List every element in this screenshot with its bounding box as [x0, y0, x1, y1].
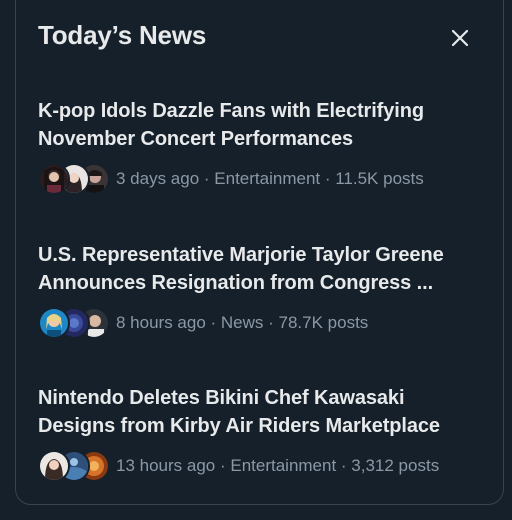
news-meta: 3 days ago · Entertainment · 11.5K posts	[116, 169, 424, 188]
headline-line: Nintendo Deletes Bikini Chef Kawasaki	[38, 387, 405, 409]
news-item[interactable]: U.S. Representative Marjorie Taylor Gree…	[38, 241, 488, 339]
news-meta-row: 8 hours ago · News · 78.7K posts	[38, 307, 488, 339]
avatar-stack	[38, 163, 110, 195]
headline-line: Designs from Kirby Air Riders Marketplac…	[38, 415, 440, 437]
news-item[interactable]: K-pop Idols Dazzle Fans with Electrifyin…	[38, 97, 488, 195]
news-headline: Nintendo Deletes Bikini Chef Kawasaki De…	[38, 384, 488, 440]
headline-line: November Concert Performances	[38, 128, 353, 150]
avatar	[38, 450, 70, 482]
headline-line: Announces Resignation from Congress ...	[38, 272, 434, 294]
news-meta-row: 13 hours ago · Entertainment · 3,312 pos…	[38, 450, 488, 482]
news-headline: K-pop Idols Dazzle Fans with Electrifyin…	[38, 97, 488, 153]
news-meta: 13 hours ago · Entertainment · 3,312 pos…	[116, 456, 440, 475]
headline-line: K-pop Idols Dazzle Fans with Electrifyin…	[38, 100, 424, 122]
news-headline: U.S. Representative Marjorie Taylor Gree…	[38, 241, 488, 297]
avatar-stack	[38, 307, 110, 339]
news-meta: 8 hours ago · News · 78.7K posts	[116, 313, 369, 332]
avatar	[38, 163, 70, 195]
close-button[interactable]	[444, 22, 476, 54]
avatar	[38, 307, 70, 339]
avatar-stack	[38, 450, 110, 482]
close-icon	[451, 29, 469, 47]
news-item[interactable]: Nintendo Deletes Bikini Chef Kawasaki De…	[38, 384, 488, 482]
news-meta-row: 3 days ago · Entertainment · 11.5K posts	[38, 163, 488, 195]
panel-title: Today’s News	[38, 20, 207, 50]
headline-line: U.S. Representative Marjorie Taylor Gree…	[38, 244, 444, 266]
